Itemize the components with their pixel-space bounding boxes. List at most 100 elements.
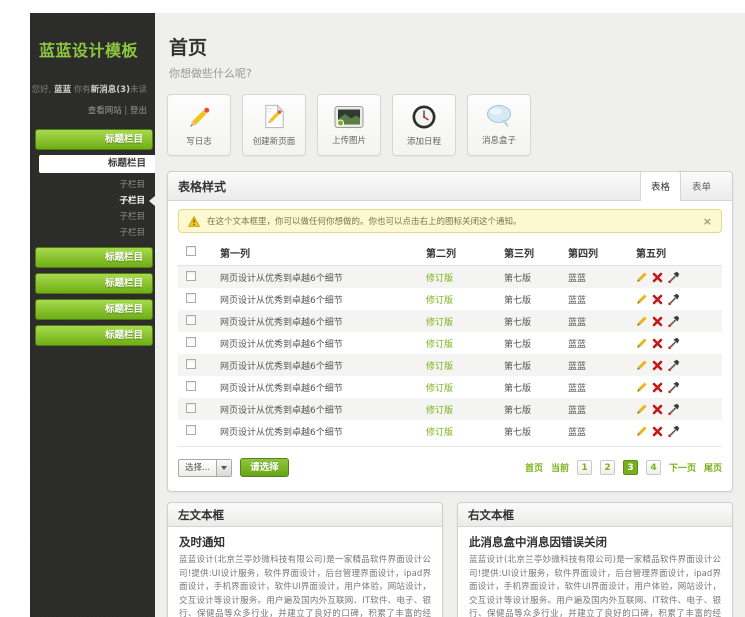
- table-row: 网页设计从优秀到卓越6个细节 修订版 第七版 蓝蓝: [178, 420, 722, 442]
- pagination-next[interactable]: 下一页: [669, 461, 696, 474]
- upload-image-card[interactable]: 上传图片: [317, 94, 381, 156]
- create-page-card[interactable]: 创建新页面: [242, 94, 306, 156]
- select-all-checkbox[interactable]: [186, 246, 196, 256]
- delete-icon[interactable]: [652, 294, 663, 305]
- table-row: 网页设计从优秀到卓越6个细节 修订版 第七版 蓝蓝: [178, 398, 722, 420]
- delete-icon[interactable]: [652, 338, 663, 349]
- edit-icon[interactable]: [636, 337, 648, 349]
- row-revision-link[interactable]: 修订版: [426, 337, 504, 350]
- tools-icon[interactable]: [667, 403, 680, 415]
- edit-icon[interactable]: [636, 271, 648, 283]
- sidebar-subitem-4[interactable]: 子栏目: [30, 225, 155, 241]
- tools-icon[interactable]: [667, 359, 680, 371]
- sidebar-subitem-3[interactable]: 子栏目: [30, 209, 155, 225]
- sidebar-item-section-5[interactable]: 标题栏目: [35, 325, 153, 346]
- delete-icon[interactable]: [652, 316, 663, 327]
- sidebar-item-section-3[interactable]: 标题栏目: [35, 273, 153, 294]
- sidebar-subitem-2-active[interactable]: 子栏目: [30, 193, 155, 209]
- row-revision-link[interactable]: 修订版: [426, 315, 504, 328]
- row-checkbox[interactable]: [186, 425, 196, 435]
- edit-icon[interactable]: [636, 425, 648, 437]
- row-checkbox[interactable]: [186, 359, 196, 369]
- select-dropdown-button[interactable]: [216, 460, 231, 476]
- row-revision-link[interactable]: 修订版: [426, 425, 504, 438]
- pagination-current-label: 当前: [551, 461, 569, 474]
- left-text-box: 左文本框 及时通知 蓝蓝设计(北京兰亭妙微科技有限公司)是一家精品软件界面设计公…: [167, 502, 443, 617]
- row-author: 蓝蓝: [568, 425, 636, 438]
- edit-icon[interactable]: [636, 403, 648, 415]
- tools-icon[interactable]: [667, 293, 680, 305]
- row-revision-link[interactable]: 修订版: [426, 381, 504, 394]
- edit-icon[interactable]: [636, 359, 648, 371]
- add-schedule-card[interactable]: 添加日程: [392, 94, 456, 156]
- message-box-card[interactable]: 消息盒子: [467, 94, 531, 156]
- write-log-card[interactable]: 写日志: [167, 94, 231, 156]
- pagination-page-4[interactable]: 4: [646, 460, 661, 475]
- column-header: 第一列: [212, 245, 426, 260]
- sidebar-item-section-active[interactable]: 标题栏目: [39, 155, 155, 173]
- tools-icon[interactable]: [667, 381, 680, 393]
- row-title: 网页设计从优秀到卓越6个细节: [212, 293, 426, 306]
- sidebar-item-section-1[interactable]: 标题栏目: [35, 129, 153, 150]
- row-revision-link[interactable]: 修订版: [426, 359, 504, 372]
- row-title: 网页设计从优秀到卓越6个细节: [212, 381, 426, 394]
- row-revision-link[interactable]: 修订版: [426, 271, 504, 284]
- left-box-text: 蓝蓝设计(北京兰亭妙微科技有限公司)是一家精品软件界面设计公司!提供:UI设计服…: [179, 554, 431, 617]
- row-checkbox[interactable]: [186, 381, 196, 391]
- row-revision-link[interactable]: 修订版: [426, 403, 504, 416]
- row-title: 网页设计从优秀到卓越6个细节: [212, 271, 426, 284]
- pagination-page-2[interactable]: 2: [600, 460, 615, 475]
- row-checkbox[interactable]: [186, 315, 196, 325]
- edit-icon[interactable]: [636, 315, 648, 327]
- table-panel: 表格样式 表格 表单 在这个文本框里，你可以做任何你想做的。你也可以点击右上的图…: [167, 171, 733, 492]
- pagination-first[interactable]: 首页: [525, 461, 543, 474]
- delete-icon[interactable]: [652, 404, 663, 415]
- pagination-last[interactable]: 尾页: [704, 461, 722, 474]
- row-checkbox[interactable]: [186, 337, 196, 347]
- edit-icon[interactable]: [636, 293, 648, 305]
- row-checkbox[interactable]: [186, 403, 196, 413]
- row-actions: [636, 337, 722, 349]
- pagination-page-3-active[interactable]: 3: [623, 460, 638, 475]
- table-header-row: 第一列 第二列 第三列 第四列 第五列: [178, 239, 722, 266]
- row-version: 第七版: [504, 381, 568, 394]
- right-box-body: 此消息盒中消息因错误关闭 蓝蓝设计(北京兰亭妙微科技有限公司)是一家精品软件界面…: [458, 527, 732, 617]
- tab-form[interactable]: 表单: [681, 171, 722, 200]
- image-icon: [334, 105, 364, 129]
- delete-icon[interactable]: [652, 360, 663, 371]
- pagination-page-1[interactable]: 1: [577, 460, 592, 475]
- column-header: 第三列: [504, 245, 568, 260]
- sidebar-item-section-4[interactable]: 标题栏目: [35, 299, 153, 320]
- edit-icon[interactable]: [636, 381, 648, 393]
- delete-icon[interactable]: [652, 382, 663, 393]
- tab-table[interactable]: 表格: [640, 171, 681, 201]
- tools-icon[interactable]: [667, 337, 680, 349]
- sidebar-subitem-1[interactable]: 子栏目: [30, 177, 155, 193]
- row-checkbox[interactable]: [186, 293, 196, 303]
- apply-selection-button[interactable]: 请选择: [240, 458, 289, 477]
- new-messages-link[interactable]: 新消息(3): [91, 85, 130, 95]
- row-revision-link[interactable]: 修订版: [426, 293, 504, 306]
- data-table: 第一列 第二列 第三列 第四列 第五列 网页设计从优秀到卓越6个细节 修订版 第…: [178, 239, 722, 442]
- pencil-icon: [186, 103, 213, 130]
- view-site-link[interactable]: 查看网站: [88, 106, 122, 116]
- delete-icon[interactable]: [652, 272, 663, 283]
- row-actions: [636, 271, 722, 283]
- row-version: 第七版: [504, 271, 568, 284]
- column-header: 第四列: [568, 245, 636, 260]
- table-row: 网页设计从优秀到卓越6个细节 修订版 第七版 蓝蓝: [178, 332, 722, 354]
- tools-icon[interactable]: [667, 315, 680, 327]
- delete-icon[interactable]: [652, 426, 663, 437]
- logout-link[interactable]: 登出: [130, 106, 147, 116]
- notice-close-icon[interactable]: ×: [703, 216, 712, 227]
- row-checkbox[interactable]: [186, 271, 196, 281]
- row-actions: [636, 381, 722, 393]
- row-author: 蓝蓝: [568, 337, 636, 350]
- table-panel-header: 表格样式 表格 表单: [168, 172, 732, 201]
- tools-icon[interactable]: [667, 271, 680, 283]
- sidebar-item-section-2[interactable]: 标题栏目: [35, 247, 153, 268]
- right-box-title: 此消息盒中消息因错误关闭: [469, 534, 721, 550]
- bulk-action-select[interactable]: 选择...: [178, 459, 232, 477]
- tools-icon[interactable]: [667, 425, 680, 437]
- row-actions: [636, 425, 722, 437]
